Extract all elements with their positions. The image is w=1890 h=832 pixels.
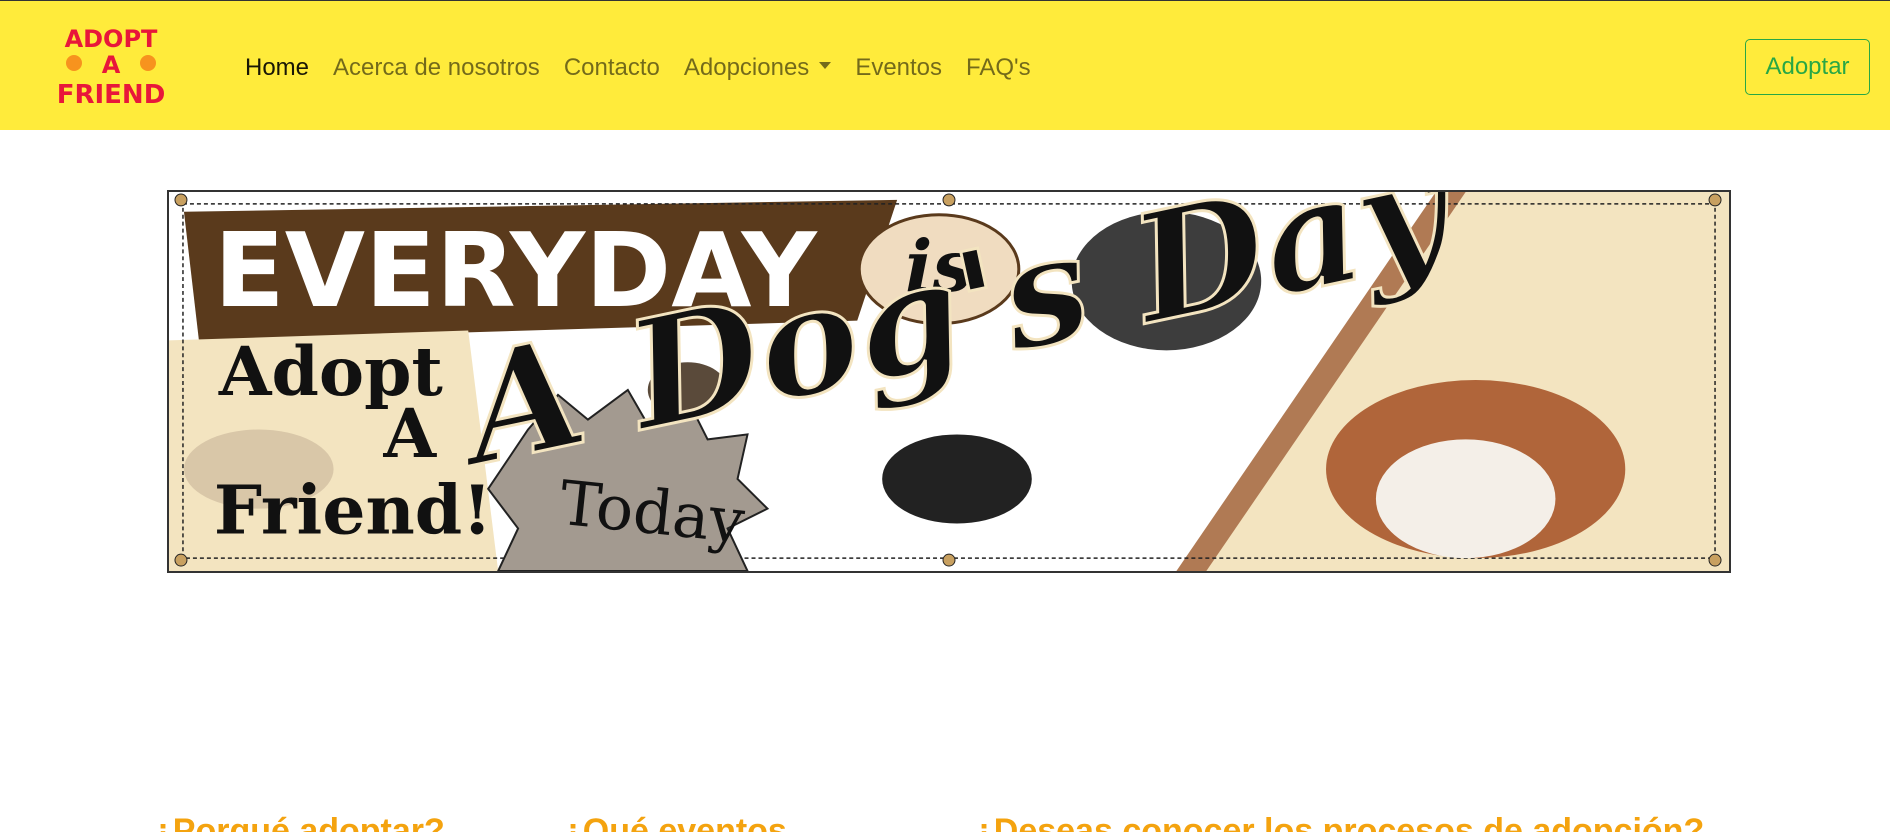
heading-adoption-process: ¿Deseas conocer los procesos de adopción… (973, 812, 1705, 832)
caret-down-icon (819, 62, 832, 70)
heading-events: ¿Qué eventos (562, 812, 787, 832)
banner-left-line-3: Friend! (214, 471, 492, 550)
nav-adoptions-label: Adopciones (683, 54, 810, 81)
svg-text:A: A (102, 51, 121, 79)
nav-about[interactable]: Acerca de nosotros (321, 49, 552, 87)
nav-events[interactable]: Eventos (843, 49, 954, 87)
logo-icon: ADOPT A FRIEND (57, 25, 166, 110)
brand-logo[interactable]: ADOPT A FRIEND (44, 23, 178, 110)
nav-links: Home Acerca de nosotros Contacto Adopcio… (233, 49, 1043, 87)
nav-home[interactable]: Home (233, 49, 321, 87)
nav-faq[interactable]: FAQ's (954, 49, 1043, 87)
nav-contact[interactable]: Contacto (552, 49, 672, 87)
svg-text:ADOPT: ADOPT (65, 25, 158, 53)
banner-graphic: EVERYDAY is A Dog's Day Adopt A Friend! … (169, 192, 1729, 571)
navbar: ADOPT A FRIEND Home Acerca de nosotros C… (0, 0, 1890, 130)
heading-why-adopt: ¿Porqué adoptar? (152, 812, 445, 832)
banner-left-line-2: A (382, 394, 437, 473)
svg-text:FRIEND: FRIEND (57, 80, 166, 109)
hero-banner: EVERYDAY is A Dog's Day Adopt A Friend! … (167, 190, 1731, 573)
nav-adoptions-dropdown[interactable]: Adopciones (672, 49, 843, 87)
adopt-button[interactable]: Adoptar (1745, 39, 1870, 95)
